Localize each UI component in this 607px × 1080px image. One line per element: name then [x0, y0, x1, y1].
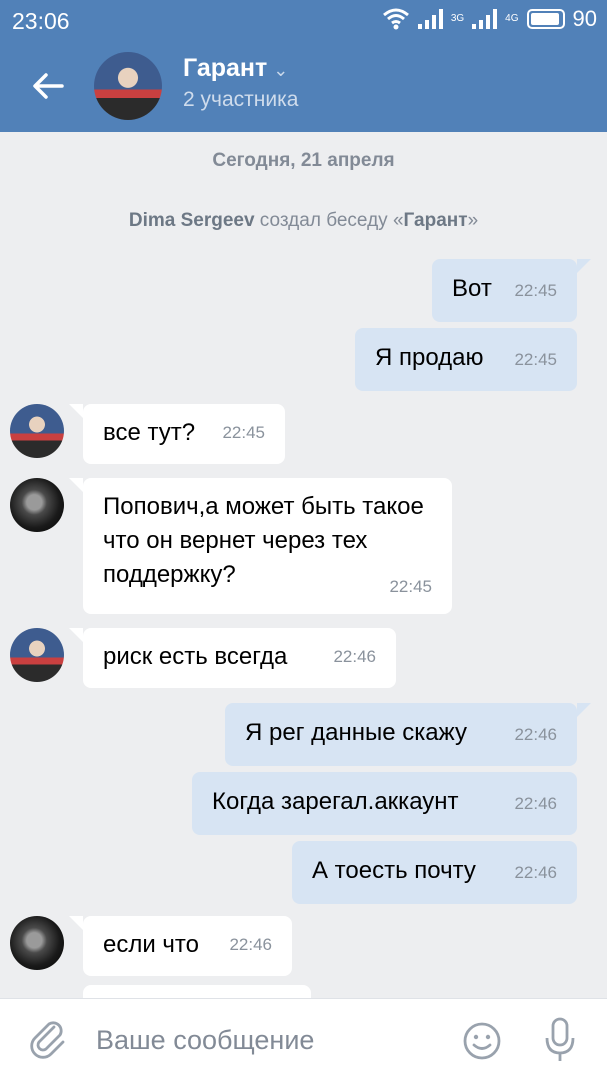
microphone-icon[interactable] [544, 1017, 576, 1063]
message-text: все тут? [103, 419, 196, 446]
status-bar: 23:06 3G 4G 90 [0, 0, 607, 40]
message-text: Я рег данные скажу [245, 719, 467, 746]
bubble-tail [577, 259, 591, 273]
message-time: 22:46 [514, 863, 557, 882]
bubble-tail [69, 404, 83, 418]
service-close: » [467, 210, 479, 231]
message-list[interactable]: Сегодня, 21 апреля Dima Sergeev создал б… [0, 132, 607, 998]
message-time: 22:45 [514, 281, 557, 300]
message-outgoing[interactable]: Когда зарегал.аккаунт 22:46 [192, 772, 577, 835]
message-time: 22:46 [333, 647, 376, 666]
chevron-down-icon: ⌄ [273, 60, 289, 80]
service-author[interactable]: Dima Sergeev [129, 210, 255, 231]
network-3g-label: 3G [450, 13, 465, 24]
battery-icon [526, 9, 565, 29]
message-incoming[interactable]: Попович,а может быть такое что он вернет… [83, 478, 452, 614]
service-message: Dima Sergeev создал беседу «Гарант» [0, 210, 607, 232]
attach-icon[interactable] [26, 1017, 70, 1061]
message-time: 22:46 [514, 794, 557, 813]
message-outgoing[interactable]: Я рег данные скажу 22:46 [225, 703, 577, 766]
sender-avatar[interactable] [10, 916, 64, 970]
chat-avatar[interactable] [94, 52, 162, 120]
message-outgoing[interactable]: Я продаю 22:45 [355, 328, 577, 391]
message-incoming[interactable]: все тут? 22:45 [83, 404, 285, 464]
status-icons: 3G 4G 90 [382, 6, 597, 32]
status-time: 23:06 [12, 8, 70, 34]
message-text: Я продаю [375, 344, 484, 371]
emoji-icon[interactable] [462, 1021, 502, 1061]
battery-level: 90 [572, 6, 597, 31]
bubble-tail [69, 916, 83, 930]
chat-members-count: 2 участника [183, 88, 299, 111]
network-4g-label: 4G [505, 13, 519, 24]
message-outgoing[interactable]: А тоесть почту 22:46 [292, 841, 577, 904]
message-time: 22:46 [229, 935, 272, 954]
wifi-icon [382, 8, 409, 30]
message-text: Вот [452, 275, 492, 302]
message-time: 22:45 [222, 423, 265, 442]
back-button[interactable] [28, 66, 68, 106]
message-text: риск есть всегда [103, 643, 288, 670]
sender-avatar[interactable] [10, 628, 64, 682]
message-time: 22:45 [389, 577, 432, 596]
sender-avatar[interactable] [10, 478, 64, 532]
message-time: 22:45 [514, 350, 557, 369]
app-bar: 23:06 3G 4G 90 Гарант ⌄ 2 участника [0, 0, 607, 132]
signal-icon [417, 9, 443, 29]
chat-title-text: Гарант [183, 54, 268, 82]
message-text: А тоесть почту [312, 857, 476, 884]
message-text: Когда зарегал.аккаунт [212, 788, 459, 815]
message-composer: Ваше сообщение [0, 998, 607, 1080]
message-input[interactable]: Ваше сообщение [96, 1025, 314, 1056]
sender-avatar[interactable] [10, 404, 64, 458]
back-arrow-icon [33, 73, 64, 99]
bubble-tail [577, 703, 591, 717]
message-incoming[interactable]: если что 22:46 [83, 916, 292, 976]
message-time: 22:46 [514, 725, 557, 744]
message-incoming-partial[interactable] [83, 985, 311, 998]
service-chat-name: Гарант [403, 210, 468, 231]
chat-title[interactable]: Гарант ⌄ [183, 54, 288, 83]
bubble-tail [69, 628, 83, 642]
service-action: создал беседу « [254, 210, 404, 231]
message-text: если что [103, 931, 199, 958]
date-separator: Сегодня, 21 апреля [212, 150, 395, 171]
message-outgoing[interactable]: Вот 22:45 [432, 259, 577, 322]
message-incoming[interactable]: риск есть всегда 22:46 [83, 628, 396, 688]
bubble-tail [69, 478, 83, 492]
signal-icon-2 [472, 9, 498, 29]
